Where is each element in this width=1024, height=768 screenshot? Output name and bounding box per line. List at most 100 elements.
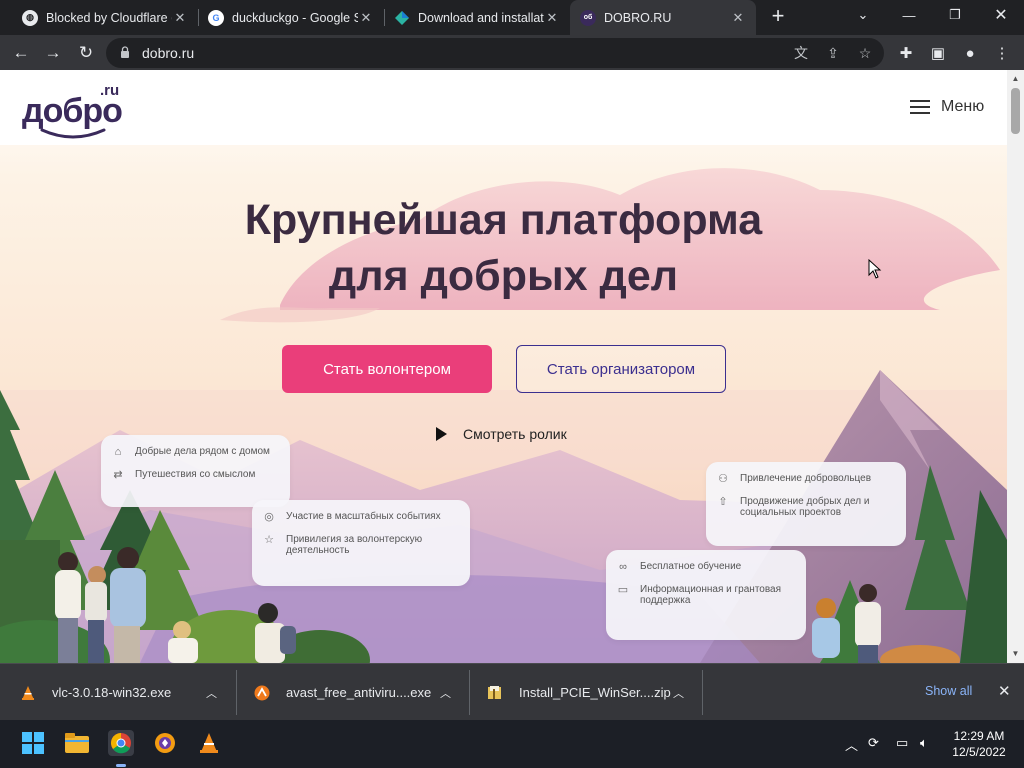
download-filename: vlc-3.0.18-win32.exe bbox=[52, 685, 172, 700]
people-icon: ⚇ bbox=[718, 473, 728, 485]
mouse-cursor-icon bbox=[868, 259, 882, 279]
feature-text: Добрые дела рядом с домом bbox=[135, 446, 270, 457]
profile-avatar-icon[interactable]: ● bbox=[960, 43, 980, 63]
lock-icon[interactable] bbox=[120, 46, 130, 58]
avast-icon bbox=[254, 685, 270, 700]
become-organizer-button[interactable]: Стать организатором bbox=[516, 345, 726, 393]
chat-icon: ▭ bbox=[617, 584, 629, 596]
downloads-bar: vlc-3.0.18-win32.exe ︿ avast_free_antivi… bbox=[0, 663, 1024, 720]
zip-icon bbox=[488, 685, 501, 699]
tab-cloudflare[interactable]: ◍ Blocked by Cloudflare ( ✕ bbox=[12, 0, 198, 35]
rocket-icon: ⇧ bbox=[718, 496, 728, 508]
tab-search-icon[interactable]: ⌄ bbox=[840, 0, 886, 30]
bookmark-star-icon[interactable]: ☆ bbox=[856, 44, 874, 62]
page-scrollbar[interactable]: ▲ ▼ bbox=[1007, 70, 1024, 663]
feature-card-organizer-1: ⚇ Привлечение добровольцев ⇧ Продвижение… bbox=[706, 462, 906, 546]
feature-text: Информационная и грантовая поддержка bbox=[640, 584, 782, 606]
download-item-avast[interactable]: avast_free_antiviru....exe bbox=[254, 664, 431, 721]
chevron-up-icon[interactable]: ︿ bbox=[440, 685, 451, 701]
close-window-button[interactable]: ✕ bbox=[978, 0, 1024, 30]
clock-date: 12/5/2022 bbox=[952, 745, 1006, 759]
chevron-up-tray-icon[interactable]: ︿ bbox=[845, 735, 858, 754]
tab-title: duckduckgo - Google S bbox=[232, 10, 358, 25]
tab-title: DOBRO.RU bbox=[604, 10, 672, 25]
vlc-taskbar-icon[interactable] bbox=[196, 730, 222, 756]
chevron-up-icon[interactable]: ︿ bbox=[206, 685, 217, 701]
tab-strip: ◍ Blocked by Cloudflare ( ✕ G duckduckgo… bbox=[0, 0, 1024, 35]
diamond-icon bbox=[394, 10, 410, 26]
feature-text: Бесплатное обучение bbox=[640, 561, 742, 572]
star-icon: ☆ bbox=[264, 534, 274, 546]
forward-arrow-icon[interactable]: → bbox=[40, 40, 66, 66]
globe-icon: ◍ bbox=[22, 9, 38, 26]
site-logo[interactable]: .ru добро bbox=[22, 82, 132, 139]
reload-icon[interactable]: ↻ bbox=[73, 40, 99, 66]
feature-card-volunteer-2: ◎ Участие в масштабных событиях ☆ Привил… bbox=[252, 500, 470, 586]
close-downloads-bar-icon[interactable]: ✕ bbox=[998, 682, 1011, 700]
close-icon[interactable]: ✕ bbox=[172, 10, 188, 26]
back-arrow-icon[interactable]: ← bbox=[8, 40, 34, 66]
menu-label: Меню bbox=[941, 98, 985, 115]
windows-start-icon[interactable] bbox=[20, 730, 46, 756]
hamburger-icon bbox=[910, 100, 930, 114]
new-tab-button[interactable]: + bbox=[766, 5, 790, 29]
extensions-puzzle-icon[interactable]: ✚ bbox=[896, 43, 916, 63]
watch-video-link[interactable]: Смотреть ролик bbox=[436, 426, 567, 442]
route-icon: ⇄ bbox=[113, 469, 123, 481]
url-text[interactable]: dobro.ru bbox=[142, 45, 194, 61]
page-viewport: .ru добро Меню Крупнейшая платформа для … bbox=[0, 70, 1007, 663]
feature-text: Участие в масштабных событиях bbox=[286, 511, 441, 522]
download-filename: Install_PCIE_WinSer....zip bbox=[519, 685, 671, 700]
translate-icon[interactable]: 文 bbox=[792, 44, 810, 62]
feature-card-volunteer-1: ⌂ Добрые дела рядом с домом ⇄ Путешестви… bbox=[101, 435, 290, 507]
tab-duckduckgo-search[interactable]: G duckduckgo - Google S ✕ bbox=[198, 0, 384, 35]
tab-dobro[interactable]: об DOBRO.RU ✕ bbox=[570, 0, 756, 35]
system-clock[interactable]: 12:29 AM 12/5/2022 bbox=[944, 728, 1014, 760]
feature-item: ∞ Бесплатное обучение bbox=[616, 561, 796, 575]
watch-video-label: Смотреть ролик bbox=[463, 426, 567, 442]
feature-item: ◎ Участие в масштабных событиях bbox=[262, 511, 460, 525]
become-volunteer-button[interactable]: Стать волонтером bbox=[282, 345, 492, 393]
minimize-button[interactable]: — bbox=[886, 0, 932, 30]
monitor-icon[interactable]: ▭ bbox=[896, 735, 908, 751]
feature-item: ⚇ Привлечение добровольцев bbox=[716, 473, 896, 487]
brave-shield-icon[interactable] bbox=[152, 730, 178, 756]
volume-icon[interactable]: 🔈︎ bbox=[920, 735, 928, 751]
tab-download-install[interactable]: Download and installat ✕ bbox=[384, 0, 570, 35]
tab-title: Download and installat bbox=[418, 10, 544, 25]
windows-taskbar: ︿ ⟳ ▭ 🔈︎ 12:29 AM 12/5/2022 bbox=[0, 720, 1024, 768]
hero-background-illustration bbox=[0, 70, 1007, 663]
clock-time: 12:29 AM bbox=[953, 729, 1005, 743]
feature-text: Привлечение добровольцев bbox=[740, 473, 872, 484]
feature-item: ▭ Информационная и грантовая поддержка bbox=[616, 584, 796, 606]
tab-title: Blocked by Cloudflare ( bbox=[46, 10, 172, 25]
share-icon[interactable]: ⇪ bbox=[824, 44, 842, 62]
address-bar[interactable]: dobro.ru 文 ⇪ ☆ bbox=[106, 38, 884, 68]
play-icon bbox=[436, 427, 447, 441]
close-icon[interactable]: ✕ bbox=[358, 10, 374, 26]
scroll-down-arrow-icon[interactable]: ▼ bbox=[1011, 649, 1020, 659]
close-icon[interactable]: ✕ bbox=[730, 10, 746, 26]
more-menu-icon[interactable]: ⋮ bbox=[992, 43, 1012, 63]
dobro-icon: об bbox=[580, 9, 596, 26]
scrollbar-thumb[interactable] bbox=[1011, 88, 1020, 134]
download-item-vlc[interactable]: vlc-3.0.18-win32.exe bbox=[20, 664, 171, 721]
restore-button[interactable]: ❐ bbox=[932, 0, 978, 30]
download-item-zip[interactable]: Install_PCIE_WinSer....zip bbox=[487, 664, 671, 721]
menu-button[interactable]: Меню bbox=[910, 98, 984, 116]
file-explorer-icon[interactable] bbox=[64, 730, 90, 756]
download-filename: avast_free_antiviru....exe bbox=[286, 685, 432, 700]
hero-heading-line1: Крупнейшая платформа bbox=[244, 196, 763, 244]
sync-alert-icon[interactable]: ⟳ bbox=[868, 735, 879, 751]
chevron-up-icon[interactable]: ︿ bbox=[673, 685, 684, 701]
logo-smile-icon bbox=[40, 128, 106, 139]
google-icon: G bbox=[208, 9, 224, 26]
feature-item: ⌂ Добрые дела рядом с домом bbox=[111, 446, 280, 460]
show-all-downloads-link[interactable]: Show all bbox=[925, 684, 972, 698]
scroll-up-arrow-icon[interactable]: ▲ bbox=[1011, 74, 1020, 84]
chrome-taskbar-icon[interactable] bbox=[108, 730, 134, 756]
browser-toolbar: ← → ↻ dobro.ru 文 ⇪ ☆ ✚ ▣ ● ⋮ bbox=[0, 35, 1024, 70]
side-panel-icon[interactable]: ▣ bbox=[928, 43, 948, 63]
feature-item: ☆ Привилегия за волонтерскую деятельност… bbox=[262, 534, 460, 556]
close-icon[interactable]: ✕ bbox=[544, 10, 560, 26]
